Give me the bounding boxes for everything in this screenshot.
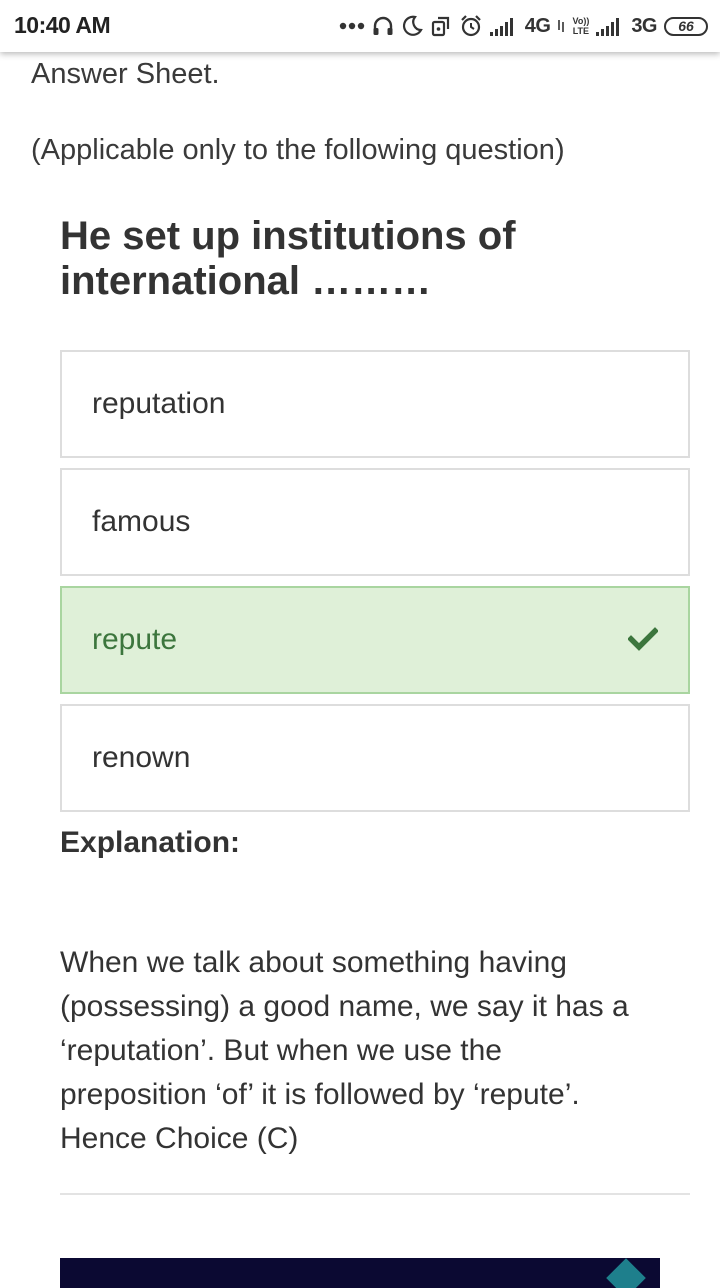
check-icon bbox=[628, 627, 658, 651]
option-b[interactable]: famous bbox=[60, 468, 690, 576]
question-line-1: He set up institutions of bbox=[60, 214, 516, 258]
question-line-2: international ……… bbox=[60, 259, 432, 303]
ad-accent-shape bbox=[606, 1258, 646, 1288]
signal-icon bbox=[489, 18, 513, 36]
explanation-line: preposition ‘of’ it is followed by ‘repu… bbox=[60, 1078, 580, 1111]
headphones-icon bbox=[373, 16, 393, 35]
volte-bottom: LTE bbox=[572, 26, 590, 36]
option-a[interactable]: reputation bbox=[60, 350, 690, 458]
volte-top: Vo)) bbox=[572, 16, 590, 26]
option-c-correct[interactable]: repute bbox=[60, 586, 690, 694]
explanation-line: (possessing) a good name, we say it has … bbox=[60, 990, 629, 1023]
network-3g-label: 3G bbox=[631, 14, 657, 37]
data-arrows-icon bbox=[558, 20, 565, 32]
volte-indicator: Vo)) LTE bbox=[572, 16, 589, 36]
signal-icon-2 bbox=[596, 18, 620, 36]
explanation-heading: Explanation: bbox=[60, 826, 241, 859]
explanation-line: ‘reputation’. But when we use the bbox=[60, 1034, 502, 1067]
battery-indicator: 66 bbox=[664, 16, 708, 36]
answer-sheet-text: Answer Sheet. bbox=[31, 58, 220, 90]
divider bbox=[60, 1193, 690, 1195]
status-bar: 10:40 AM 4G Vo)) LTE 3G 66 bbox=[0, 0, 720, 52]
status-time: 10:40 AM bbox=[14, 12, 111, 38]
status-icons: 4G Vo)) LTE 3G 66 bbox=[339, 11, 708, 41]
moon-icon bbox=[402, 15, 423, 36]
more-dots-icon bbox=[339, 22, 364, 30]
screen-rotation-icon bbox=[431, 16, 449, 37]
option-label: renown bbox=[92, 741, 191, 774]
question-title: He set up institutions of international … bbox=[60, 214, 660, 304]
ad-banner[interactable] bbox=[60, 1258, 660, 1288]
alarm-icon bbox=[461, 15, 481, 37]
option-label: reputation bbox=[92, 387, 226, 420]
applicability-note: (Applicable only to the following questi… bbox=[31, 134, 565, 166]
explanation-line: When we talk about something having bbox=[60, 946, 567, 979]
network-4g-label: 4G bbox=[524, 14, 551, 37]
explanation-line: Hence Choice (C) bbox=[60, 1122, 299, 1155]
option-label: famous bbox=[92, 505, 191, 538]
option-d[interactable]: renown bbox=[60, 704, 690, 812]
answer-content: Answer Sheet. (Applicable only to the fo… bbox=[0, 0, 720, 1288]
option-label: repute bbox=[92, 623, 178, 656]
